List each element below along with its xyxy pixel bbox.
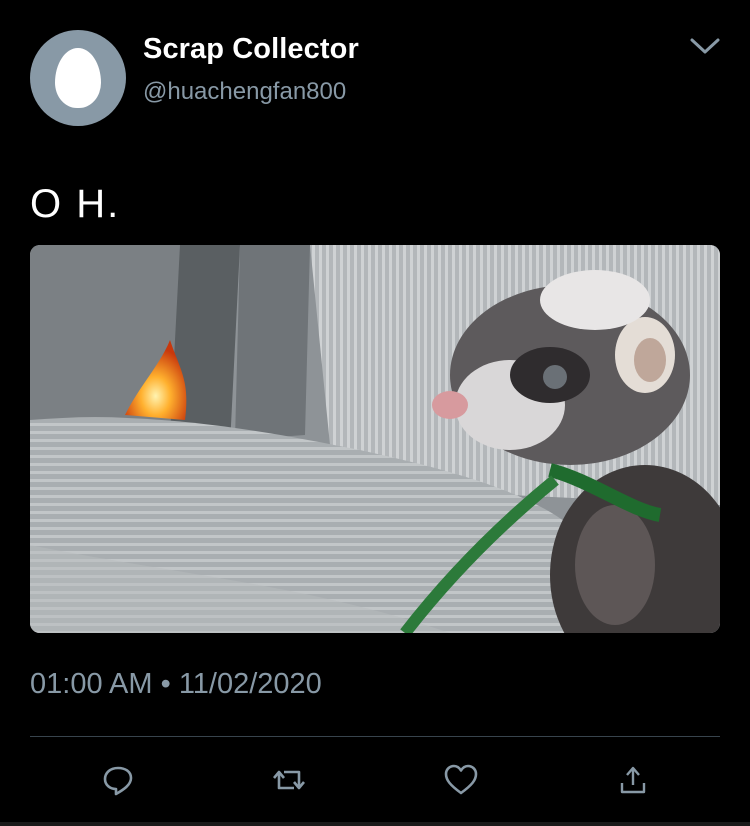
tweet-text: O H. xyxy=(30,182,121,226)
tweet-date: 11/02/2020 xyxy=(178,668,322,700)
tweet-timestamp[interactable]: 01:00 AM • 11/02/2020 xyxy=(30,668,322,701)
share-icon xyxy=(620,766,646,794)
ferret-in-car-image xyxy=(30,245,720,633)
retweet-button[interactable] xyxy=(264,755,314,805)
timestamp-separator: • xyxy=(160,668,171,700)
retweet-icon xyxy=(273,770,305,790)
tweet-action-bar xyxy=(0,755,750,805)
chevron-down-icon[interactable] xyxy=(688,34,722,58)
heart-icon xyxy=(444,764,478,795)
default-egg-avatar-icon xyxy=(55,48,101,108)
tweet-media-image[interactable] xyxy=(30,245,720,633)
display-name[interactable]: Scrap Collector xyxy=(143,33,359,66)
reply-button[interactable] xyxy=(93,755,143,805)
share-button[interactable] xyxy=(608,755,658,805)
user-handle[interactable]: @huachengfan800 xyxy=(143,78,346,106)
speech-bubble-icon xyxy=(103,766,133,796)
action-divider xyxy=(30,736,720,737)
like-button[interactable] xyxy=(436,755,486,805)
bottom-edge xyxy=(0,822,750,826)
tweet-time: 01:00 AM xyxy=(30,668,153,700)
avatar[interactable] xyxy=(30,30,126,126)
